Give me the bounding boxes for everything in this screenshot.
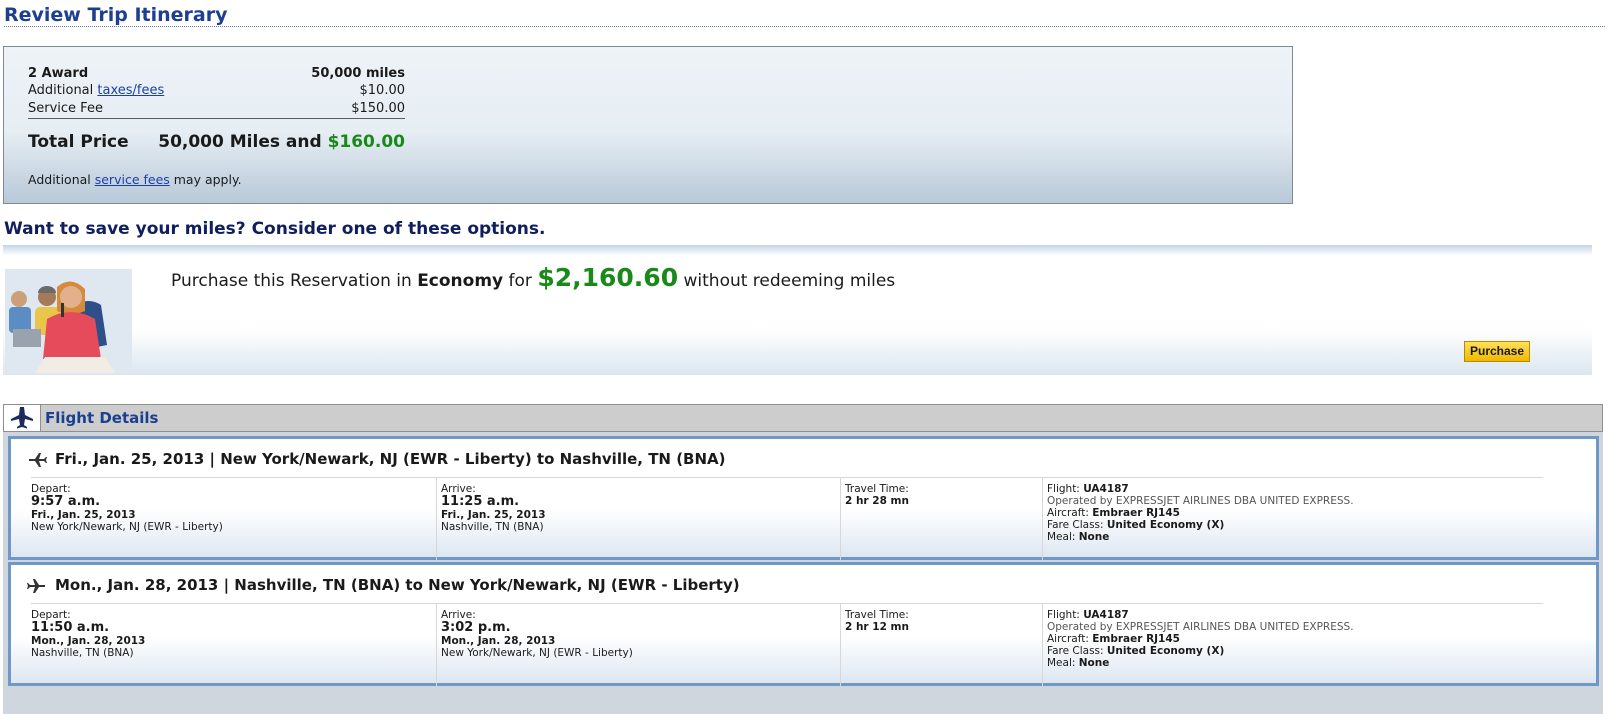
- departure-plane-icon: [27, 450, 47, 470]
- travel-time-column: Travel Time: 2 hr 12 mn: [840, 603, 1045, 686]
- aircraft-row: Aircraft: Embraer RJ145: [1047, 633, 1547, 645]
- fare-class-label: Fare Class:: [1047, 519, 1107, 531]
- taxes-fees-link[interactable]: taxes/fees: [97, 83, 164, 98]
- arrive-column: Arrive: 3:02 p.m. Mon., Jan. 28, 2013 Ne…: [436, 603, 843, 686]
- total-price-value: 50,000 Miles and $160.00: [158, 132, 405, 152]
- travel-time-label: Travel Time:: [845, 609, 909, 621]
- flight-number-row: Flight: UA4187: [1047, 483, 1547, 495]
- arrive-city: New York/Newark, NJ (EWR - Liberty): [441, 647, 633, 659]
- save-miles-heading: Want to save your miles? Consider one of…: [4, 219, 546, 239]
- aircraft-label: Aircraft:: [1047, 633, 1093, 645]
- purchase-offer-band: Purchase this Reservation in Economy for…: [3, 245, 1592, 375]
- taxes-prefix: Additional: [28, 83, 98, 98]
- depart-city: New York/Newark, NJ (EWR - Liberty): [31, 521, 223, 533]
- flight-details-title: Flight Details: [45, 409, 159, 427]
- fare-class-value: United Economy (X): [1106, 645, 1225, 657]
- arrive-time: 11:25 a.m.: [441, 494, 520, 509]
- service-fee-label: Service Fee: [28, 101, 103, 116]
- flight-segment-outbound: Fri., Jan. 25, 2013 | New York/Newark, N…: [8, 436, 1599, 560]
- depart-time: 9:57 a.m.: [31, 494, 101, 509]
- arrive-time: 3:02 p.m.: [441, 620, 511, 635]
- offer-prefix: Purchase this Reservation in: [171, 271, 418, 291]
- travel-time-value: 2 hr 28 mn: [845, 495, 909, 507]
- taxes-label: Additional taxes/fees: [28, 83, 164, 98]
- price-summary-box: 2 Award 50,000 miles Additional taxes/fe…: [3, 46, 1293, 204]
- fare-class-row: Fare Class: United Economy (X): [1047, 645, 1547, 657]
- depart-city: Nashville, TN (BNA): [31, 647, 134, 659]
- meal-value: None: [1078, 657, 1110, 669]
- travel-time-label: Travel Time:: [845, 483, 909, 495]
- award-label: 2 Award: [28, 66, 89, 81]
- total-miles: 50,000 Miles and: [158, 132, 328, 152]
- depart-time: 11:50 a.m.: [31, 620, 110, 635]
- flight-label: Flight:: [1047, 483, 1084, 495]
- aircraft-label: Aircraft:: [1047, 507, 1093, 519]
- airplane-icon: [4, 405, 41, 431]
- depart-column: Depart: 11:50 a.m. Mon., Jan. 28, 2013 N…: [31, 603, 434, 686]
- meal-row: Meal: None: [1047, 657, 1547, 669]
- meal-label: Meal:: [1047, 657, 1079, 669]
- aircraft-value: Embraer RJ145: [1092, 633, 1180, 645]
- total-price-label: Total Price: [28, 132, 129, 152]
- meal-row: Meal: None: [1047, 531, 1547, 543]
- offer-price: $2,160.60: [537, 263, 679, 292]
- title-divider: [4, 26, 1605, 27]
- travel-time-value: 2 hr 12 mn: [845, 621, 909, 633]
- purchase-button[interactable]: Purchase: [1464, 341, 1530, 362]
- award-value: 50,000 miles: [311, 66, 405, 81]
- flight-segment-return: Mon., Jan. 28, 2013 | Nashville, TN (BNA…: [8, 562, 1599, 686]
- flight-segments-container: Fri., Jan. 25, 2013 | New York/Newark, N…: [3, 432, 1603, 714]
- fare-class-label: Fare Class:: [1047, 645, 1107, 657]
- note-prefix: Additional: [28, 172, 95, 187]
- offer-cabin: Economy: [417, 271, 504, 291]
- segment-heading: Mon., Jan. 28, 2013 | Nashville, TN (BNA…: [55, 576, 740, 594]
- arrive-city: Nashville, TN (BNA): [441, 521, 544, 533]
- aircraft-value: Embraer RJ145: [1092, 507, 1180, 519]
- return-plane-icon: [27, 576, 47, 596]
- segment-heading: Fri., Jan. 25, 2013 | New York/Newark, N…: [55, 450, 726, 468]
- meal-value: None: [1078, 531, 1110, 543]
- depart-date: Mon., Jan. 28, 2013: [31, 635, 146, 647]
- price-divider: [28, 118, 405, 119]
- arrive-column: Arrive: 11:25 a.m. Fri., Jan. 25, 2013 N…: [436, 477, 843, 560]
- depart-date: Fri., Jan. 25, 2013: [31, 509, 136, 521]
- flight-info-column: Flight: UA4187 Operated by EXPRESSJET AI…: [1042, 603, 1547, 686]
- offer-text: Purchase this Reservation in Economy for…: [171, 263, 895, 292]
- page-title: Review Trip Itinerary: [4, 4, 228, 26]
- flight-details-header[interactable]: Flight Details: [3, 404, 1603, 432]
- fare-class-value: United Economy (X): [1106, 519, 1225, 531]
- travel-time-column: Travel Time: 2 hr 28 mn: [840, 477, 1045, 560]
- arrive-date: Fri., Jan. 25, 2013: [441, 509, 546, 521]
- flight-number-row: Flight: UA4187: [1047, 609, 1547, 621]
- taxes-value: $10.00: [359, 83, 406, 98]
- passengers-photo: [5, 269, 132, 373]
- flight-number: UA4187: [1083, 483, 1129, 495]
- operated-by: Operated by EXPRESSJET AIRLINES DBA UNIT…: [1047, 621, 1354, 633]
- total-cash: $160.00: [327, 132, 405, 152]
- flight-info-column: Flight: UA4187 Operated by EXPRESSJET AI…: [1042, 477, 1547, 560]
- service-fees-note: Additional service fees may apply.: [28, 172, 242, 187]
- depart-column: Depart: 9:57 a.m. Fri., Jan. 25, 2013 Ne…: [31, 477, 434, 560]
- offer-for: for: [503, 271, 538, 291]
- service-fees-link[interactable]: service fees: [95, 172, 170, 187]
- fare-class-row: Fare Class: United Economy (X): [1047, 519, 1547, 531]
- service-fee-value: $150.00: [351, 101, 405, 116]
- arrive-date: Mon., Jan. 28, 2013: [441, 635, 556, 647]
- operated-by: Operated by EXPRESSJET AIRLINES DBA UNIT…: [1047, 495, 1354, 507]
- note-suffix: may apply.: [169, 172, 242, 187]
- flight-number: UA4187: [1083, 609, 1129, 621]
- aircraft-row: Aircraft: Embraer RJ145: [1047, 507, 1547, 519]
- flight-label: Flight:: [1047, 609, 1084, 621]
- offer-suffix: without redeeming miles: [678, 271, 896, 291]
- meal-label: Meal:: [1047, 531, 1079, 543]
